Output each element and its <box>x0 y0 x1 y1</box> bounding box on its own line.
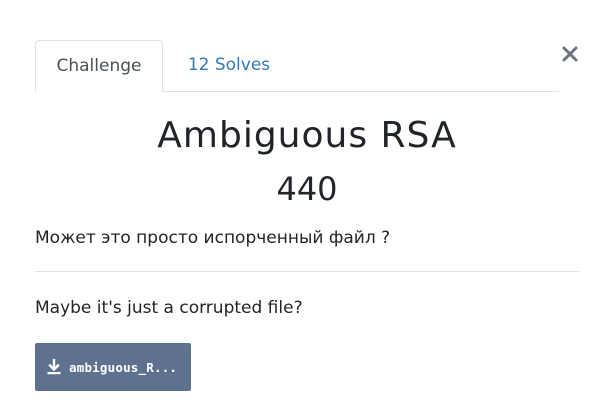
file-download-button[interactable]: ambiguous_R... <box>35 343 191 391</box>
description-russian: Может это просто испорченный файл ? <box>35 228 391 248</box>
download-icon <box>47 359 61 375</box>
description-english: Maybe it's just a corrupted file? <box>35 298 303 318</box>
file-label: ambiguous_R... <box>69 359 178 375</box>
divider <box>35 271 579 272</box>
challenge-points: 440 <box>276 170 338 208</box>
challenge-title: Ambiguous RSA <box>157 115 457 156</box>
tab-challenge[interactable]: Challenge <box>35 40 163 92</box>
close-button[interactable] <box>558 42 582 66</box>
tab-solves[interactable]: 12 Solves <box>169 40 289 91</box>
tab-bar: Challenge 12 Solves <box>35 40 559 92</box>
challenge-modal: Challenge 12 Solves Ambiguous RSA 440 Мо… <box>0 0 615 405</box>
close-icon <box>562 46 578 62</box>
